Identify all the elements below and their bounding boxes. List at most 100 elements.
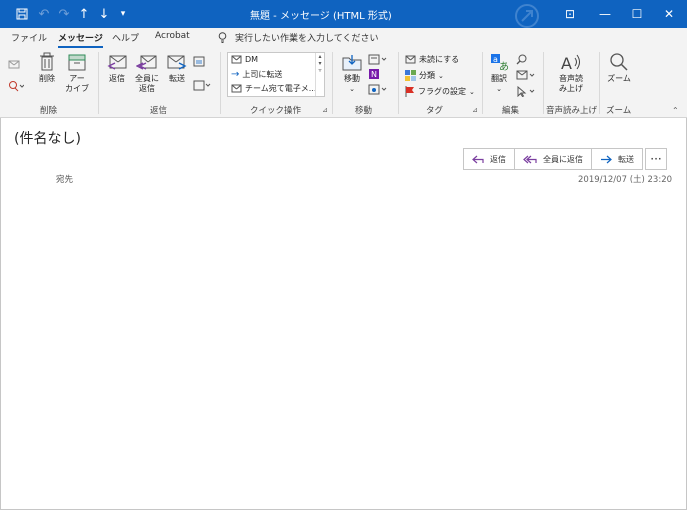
svg-text:あ: あ xyxy=(499,61,509,72)
find-icon[interactable] xyxy=(516,54,527,65)
divider xyxy=(98,52,99,114)
select-icon[interactable] xyxy=(516,86,536,97)
forward-label: 転送 xyxy=(169,74,185,83)
title-bar: ↶ ↷ ↑ ↓ ▾ 無題 - メッセージ (HTML 形式) ⊡ — ☐ ✕ xyxy=(0,0,687,28)
reply-icon xyxy=(107,55,127,70)
svg-text:N: N xyxy=(371,70,377,79)
translate-icon: aあ xyxy=(491,54,509,72)
categorize-dropdown-icon: ⌄ xyxy=(438,71,444,80)
ribbon-tabs: ファイル メッセージ ヘルプ Acrobat 実行したい作業を入力してください xyxy=(0,28,687,48)
reply-all-label-1: 全員に xyxy=(135,74,159,83)
maximize-button[interactable]: ☐ xyxy=(622,4,652,24)
trash-icon xyxy=(40,52,54,71)
categorize-icon xyxy=(405,70,416,81)
ignore-icon[interactable] xyxy=(8,58,20,70)
reply-all-label-2: 返信 xyxy=(139,84,155,93)
divider xyxy=(398,52,399,114)
more-respond-icon[interactable] xyxy=(193,80,211,91)
forward-action-button[interactable]: 転送 xyxy=(592,149,642,169)
archive-button[interactable]: アー カイブ xyxy=(64,52,90,94)
tell-me-text: 実行したい作業を入力してください xyxy=(235,34,379,44)
flag-button[interactable]: フラグの設定 ⌄ xyxy=(405,86,475,97)
ribbon-display-options-icon[interactable]: ⊡ xyxy=(555,4,585,24)
divider xyxy=(482,52,483,114)
categorize-button[interactable]: 分類 ⌄ xyxy=(405,70,444,81)
actions-icon[interactable] xyxy=(368,84,388,95)
rules-icon[interactable] xyxy=(368,54,388,65)
flag-label: フラグの設定 xyxy=(418,87,466,96)
move-button[interactable]: 移動 ⌄ xyxy=(338,52,366,94)
mark-unread-label: 未読にする xyxy=(419,55,460,64)
group-label-tags: タグ xyxy=(426,106,444,116)
zoom-icon xyxy=(610,53,628,71)
move-dropdown-icon: ⌄ xyxy=(349,85,355,93)
reply-arrow-icon xyxy=(472,155,484,163)
read-aloud-button[interactable]: A 音声読 み上げ xyxy=(553,52,589,94)
delete-button[interactable]: 削除 xyxy=(36,52,58,84)
reply-button[interactable]: 返信 xyxy=(104,54,130,84)
save-icon[interactable] xyxy=(14,5,30,23)
group-label-speech: 音声読み上げ xyxy=(546,106,598,116)
tab-acrobat[interactable]: Acrobat xyxy=(155,31,190,41)
meeting-icon[interactable] xyxy=(193,56,205,67)
redo-icon[interactable]: ↷ xyxy=(56,5,72,23)
categorize-label: 分類 xyxy=(419,71,435,80)
flag-dropdown-icon: ⌄ xyxy=(469,87,475,96)
dialog-launcher-icon[interactable]: ⊿ xyxy=(472,106,478,114)
related-icon[interactable] xyxy=(516,70,536,81)
onenote-icon[interactable]: N xyxy=(368,68,380,80)
collapse-ribbon-icon[interactable]: ⌃ xyxy=(672,106,679,115)
zoom-button[interactable]: ズーム xyxy=(604,52,634,84)
down-arrow-icon[interactable]: ↓ xyxy=(96,5,112,23)
quick-step-item[interactable]: チーム宛て電子メ... xyxy=(231,83,316,94)
archive-label-1: アー xyxy=(69,74,85,83)
team-email-icon xyxy=(231,84,242,93)
gallery-scroll[interactable]: ▴ ▾ ▿ xyxy=(315,53,324,96)
move-folder-icon xyxy=(342,55,362,71)
archive-label-2: カイブ xyxy=(65,84,89,93)
translate-button[interactable]: aあ 翻訳 ⌄ xyxy=(487,52,511,94)
mark-unread-button[interactable]: 未読にする xyxy=(405,54,459,65)
forward-action-label: 転送 xyxy=(618,154,634,164)
arrow-right-icon: → xyxy=(231,69,240,80)
quick-step-item[interactable]: → 上司に転送 xyxy=(231,69,282,80)
lightbulb-icon xyxy=(218,32,227,43)
tell-me-search[interactable]: 実行したい作業を入力してください xyxy=(218,31,378,44)
divider xyxy=(543,52,544,114)
forward-button[interactable]: 転送 xyxy=(164,54,190,84)
quick-step-label: DM xyxy=(245,55,259,64)
minimize-button[interactable]: — xyxy=(590,4,620,24)
divider xyxy=(332,52,333,114)
reply-all-button[interactable]: 全員に 返信 xyxy=(133,54,161,94)
forward-icon xyxy=(167,55,187,70)
close-button[interactable]: ✕ xyxy=(654,4,684,24)
svg-text:a: a xyxy=(493,55,498,64)
cleanup-icon[interactable] xyxy=(8,80,24,92)
reply-all-action-button[interactable]: 全員に返信 xyxy=(515,149,592,169)
tab-help[interactable]: ヘルプ xyxy=(112,31,139,44)
reply-all-icon xyxy=(136,55,157,70)
quick-step-item[interactable]: DM xyxy=(231,55,258,64)
up-arrow-icon[interactable]: ↑ xyxy=(76,5,92,23)
read-aloud-icon: A xyxy=(561,54,580,72)
dialog-launcher-icon[interactable]: ⊿ xyxy=(322,106,328,114)
reply-action-button[interactable]: 返信 xyxy=(464,149,515,169)
zoom-label: ズーム xyxy=(607,74,631,83)
undo-icon[interactable]: ↶ xyxy=(36,5,52,23)
decoration-graphic xyxy=(515,4,539,28)
group-label-quick-steps: クイック操作 xyxy=(250,106,302,116)
forward-arrow-icon xyxy=(601,155,612,163)
group-label-editing: 編集 xyxy=(502,106,520,116)
window-title: 無題 - メッセージ (HTML 形式) xyxy=(250,11,392,22)
tab-message[interactable]: メッセージ xyxy=(58,31,103,48)
unread-envelope-icon xyxy=(405,55,416,64)
tab-file[interactable]: ファイル xyxy=(11,31,47,44)
flag-icon xyxy=(405,86,414,97)
read-aloud-label-1: 音声読 xyxy=(559,74,583,83)
customize-icon[interactable]: ▾ xyxy=(116,5,130,23)
quick-step-label: 上司に転送 xyxy=(242,70,283,79)
more-actions-button[interactable]: ··· xyxy=(645,148,667,170)
to-label: 宛先 xyxy=(56,175,74,185)
quick-step-label: チーム宛て電子メ... xyxy=(245,84,317,93)
group-label-respond: 返信 xyxy=(150,106,168,116)
